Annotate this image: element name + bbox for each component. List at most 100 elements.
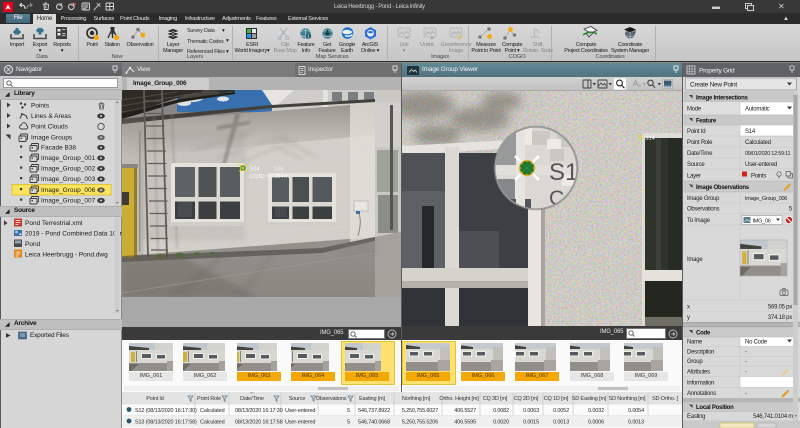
svg-text:Attributes: Attributes (687, 370, 710, 376)
svg-text:CQ 1D [m]: CQ 1D [m] (544, 396, 569, 402)
svg-text:Local Position: Local Position (696, 405, 734, 411)
svg-text:0.0015: 0.0015 (523, 420, 539, 426)
svg-text:CQ3D = 0.054 m: CQ3D = 0.054 m (250, 174, 289, 180)
svg-text:406.5595: 406.5595 (454, 420, 476, 426)
svg-text:0.0006: 0.0006 (588, 420, 604, 426)
svg-text:User-entered: User-entered (285, 420, 315, 426)
svg-text:-: - (745, 350, 747, 356)
svg-text:Point Id: Point Id (687, 129, 705, 135)
svg-text:y: y (687, 315, 690, 321)
svg-text:0.0013: 0.0013 (628, 420, 644, 426)
svg-text:546,737.8922: 546,737.8922 (358, 408, 390, 414)
svg-text:S15: S15 (274, 167, 283, 173)
svg-text:Image Observations: Image Observations (696, 185, 750, 191)
svg-text:Calculated: Calculated (745, 140, 771, 146)
svg-text:546,741.0104 m: 546,741.0104 m (753, 414, 793, 420)
svg-text:Ortho. Height [m]: Ortho. Height [m] (439, 396, 479, 402)
svg-text:Code: Code (696, 331, 711, 337)
svg-text:09/01/2020 12:59:11: 09/01/2020 12:59:11 (745, 151, 790, 157)
svg-text:Pond: Pond (25, 241, 41, 248)
svg-text:Create New Point: Create New Point (690, 82, 737, 89)
svg-text:0.0063: 0.0063 (523, 408, 539, 414)
svg-text:-: - (745, 391, 747, 397)
svg-text:CQ 3D [m]: CQ 3D [m] (483, 396, 508, 402)
svg-text:Image_Group_007: Image_Group_007 (41, 198, 96, 205)
svg-text:Image_Group_001: Image_Group_001 (41, 155, 96, 162)
svg-text:08/13/2020 16:17:58: 08/13/2020 16:17:58 (235, 420, 283, 426)
svg-text:Source: Source (289, 396, 306, 402)
svg-text:Points: Points (31, 103, 50, 110)
svg-text:Leica Heerbrugg - Pond.dwg: Leica Heerbrugg - Pond.dwg (25, 252, 108, 259)
svg-text:Group: Group (687, 359, 703, 365)
svg-text:546,740.0668: 546,740.0668 (358, 420, 390, 426)
svg-text:Annotations: Annotations (687, 391, 716, 397)
svg-text:Layer: Layer (687, 174, 701, 180)
svg-text:Date/Time: Date/Time (240, 396, 264, 402)
svg-text:S14: S14 (745, 129, 756, 135)
svg-text:IMG_06: IMG_06 (753, 219, 771, 225)
svg-text:0.0013: 0.0013 (553, 420, 569, 426)
svg-text:i: i (308, 34, 309, 40)
svg-text:Name: Name (687, 340, 703, 346)
svg-text:Point Role: Point Role (687, 140, 713, 146)
svg-text:Image Groups: Image Groups (31, 135, 73, 142)
svg-text:Property Grid: Property Grid (699, 68, 735, 75)
svg-text:Image: Image (687, 257, 703, 263)
svg-text:Image_Group_006: Image_Group_006 (41, 187, 96, 194)
svg-text:Point Id: Point Id (146, 396, 164, 402)
svg-text:Image_Group_003: Image_Group_003 (41, 176, 96, 183)
svg-text:0.0052: 0.0052 (553, 408, 569, 414)
svg-text:Northing [m]: Northing [m] (402, 396, 431, 402)
svg-text:User-entered: User-entered (745, 162, 777, 168)
svg-text:Calculated: Calculated (200, 408, 225, 414)
svg-text:5,250,755.6027: 5,250,755.6027 (402, 408, 438, 414)
svg-text:S13 (08/13/2020 16:17:58): S13 (08/13/2020 16:17:58) (135, 420, 197, 426)
svg-text:S14: S14 (250, 167, 259, 173)
svg-text:374.18 px: 374.18 px (768, 315, 792, 321)
svg-text:SD Easting [m]: SD Easting [m] (572, 396, 607, 402)
svg-text:Image_Group_002: Image_Group_002 (41, 166, 96, 173)
svg-text:0.0054: 0.0054 (628, 408, 644, 414)
svg-text:Facade B38: Facade B38 (41, 145, 76, 152)
svg-text:To Image: To Image (687, 218, 711, 224)
svg-text:S14: S14 (645, 136, 655, 142)
svg-text:SD Northing [m]: SD Northing [m] (609, 396, 646, 402)
svg-text:Point Role: Point Role (197, 396, 221, 402)
svg-text:0.0082: 0.0082 (493, 408, 509, 414)
svg-text:08/13/2020 16:17:30: 08/13/2020 16:17:30 (235, 408, 283, 414)
svg-text:Description: Description (687, 350, 714, 356)
svg-text:Easting: Easting (687, 414, 705, 420)
svg-text:Points: Points (751, 174, 766, 180)
svg-text:S12 (08/13/2020 16:17:30): S12 (08/13/2020 16:17:30) (135, 408, 197, 414)
svg-text:CQ 2D [m]: CQ 2D [m] (514, 396, 539, 402)
svg-text:Pond Terrestrial.xml: Pond Terrestrial.xml (25, 220, 83, 227)
svg-text:Feature: Feature (696, 119, 717, 125)
svg-text:SD Ortho. [: SD Ortho. [ (652, 396, 678, 402)
svg-text:406.5527: 406.5527 (454, 408, 476, 414)
svg-text:x: x (687, 305, 690, 311)
svg-text:Mode: Mode (687, 107, 702, 113)
svg-text:Calculated: Calculated (200, 420, 225, 426)
svg-text:Date/Time: Date/Time (687, 151, 713, 157)
svg-text:5,250,755.5206: 5,250,755.5206 (402, 420, 438, 426)
svg-text:5: 5 (347, 420, 350, 426)
svg-text:Observations: Observations (316, 396, 347, 402)
svg-text:Observations: Observations (687, 207, 720, 213)
svg-text:Image Intersections: Image Intersections (696, 96, 749, 102)
svg-text:Image_Group_006: Image_Group_006 (745, 196, 787, 202)
svg-text:569.05 px: 569.05 px (768, 305, 792, 311)
svg-text:0.0032: 0.0032 (588, 408, 604, 414)
svg-text:User-entered: User-entered (285, 408, 315, 414)
svg-text:Source: Source (687, 162, 705, 168)
svg-text:a: a (638, 83, 641, 89)
svg-text:0.0020: 0.0020 (493, 420, 509, 426)
svg-text:Automatic: Automatic (745, 107, 770, 113)
svg-text:Lines & Areas: Lines & Areas (31, 113, 72, 120)
svg-text:5: 5 (347, 408, 350, 414)
svg-text:Point Clouds: Point Clouds (31, 124, 69, 131)
svg-text:Information: Information (687, 381, 714, 387)
svg-text:Easting [m]: Easting [m] (359, 396, 385, 402)
svg-text:-: - (745, 370, 747, 376)
svg-text:Image Group: Image Group (687, 196, 720, 202)
svg-text:2019 - Pond Combined Data 10cm: 2019 - Pond Combined Data 10cm.e57 (25, 231, 122, 238)
